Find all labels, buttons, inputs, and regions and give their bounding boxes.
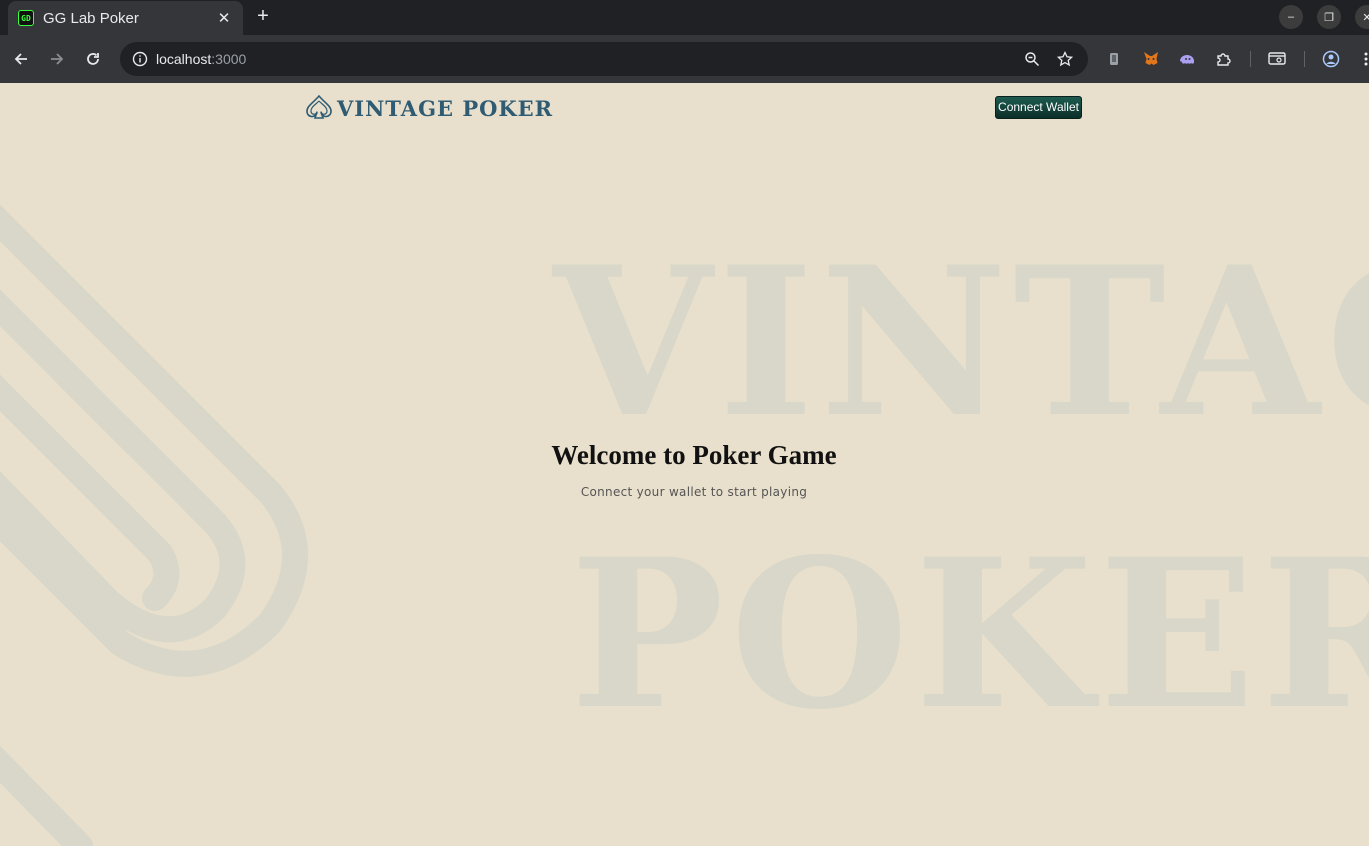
phantom-ghost-icon[interactable] [1175, 47, 1199, 71]
tab-title: GG Lab Poker [43, 9, 139, 27]
browser-tabstrip: GD GG Lab Poker ✕ + – ❐ ✕ [0, 0, 1369, 35]
tab-favicon-icon: GD [18, 10, 34, 26]
zoom-icon[interactable] [1020, 47, 1044, 71]
browser-tab[interactable]: GD GG Lab Poker ✕ [8, 1, 243, 35]
site-info-icon[interactable] [128, 47, 152, 71]
tab-close-icon[interactable]: ✕ [215, 9, 233, 27]
browser-menu-icon[interactable] [1354, 47, 1369, 71]
reload-icon [87, 53, 99, 65]
url-port: :3000 [211, 51, 247, 67]
reload-button[interactable] [81, 47, 105, 71]
bookmark-star-icon[interactable] [1053, 47, 1077, 71]
new-tab-button[interactable]: + [252, 5, 274, 27]
extensions-puzzle-icon[interactable] [1211, 47, 1235, 71]
spade-logo-icon [306, 94, 332, 119]
connect-wallet-button[interactable]: Connect Wallet [995, 96, 1082, 119]
address-bar[interactable]: localhost:3000 [120, 42, 1088, 76]
tab-search-icon[interactable] [1265, 47, 1289, 71]
toolbar-divider [1304, 51, 1305, 67]
close-window-button[interactable]: ✕ [1355, 5, 1369, 29]
logo-text: VINTAGE POKER [337, 95, 554, 121]
back-arrow-icon [14, 53, 27, 65]
back-button[interactable] [9, 47, 33, 71]
toolbar-divider [1250, 51, 1251, 67]
url-text: localhost:3000 [156, 51, 246, 67]
site-logo[interactable]: VINTAGE POKER [305, 94, 553, 122]
minimize-button[interactable]: – [1279, 5, 1303, 29]
metamask-fox-icon[interactable] [1139, 47, 1163, 71]
extension-wallet-icon[interactable] [1102, 47, 1126, 71]
browser-toolbar: localhost:3000 [0, 35, 1369, 83]
page-viewport: VINTAG POKER VINTAGE POKER Connect Walle… [0, 83, 1369, 846]
background-watermark-vintage: VINTAG [553, 223, 1369, 463]
forward-arrow-icon [51, 53, 64, 65]
restore-button[interactable]: ❐ [1317, 5, 1341, 29]
page-title: Welcome to Poker Game [551, 440, 837, 470]
forward-button[interactable] [45, 47, 69, 71]
url-host: localhost [156, 51, 212, 67]
profile-avatar-icon[interactable] [1319, 47, 1343, 71]
page-subtitle: Connect your wallet to start playing [580, 485, 808, 499]
background-watermark-poker: POKER [570, 515, 1369, 755]
